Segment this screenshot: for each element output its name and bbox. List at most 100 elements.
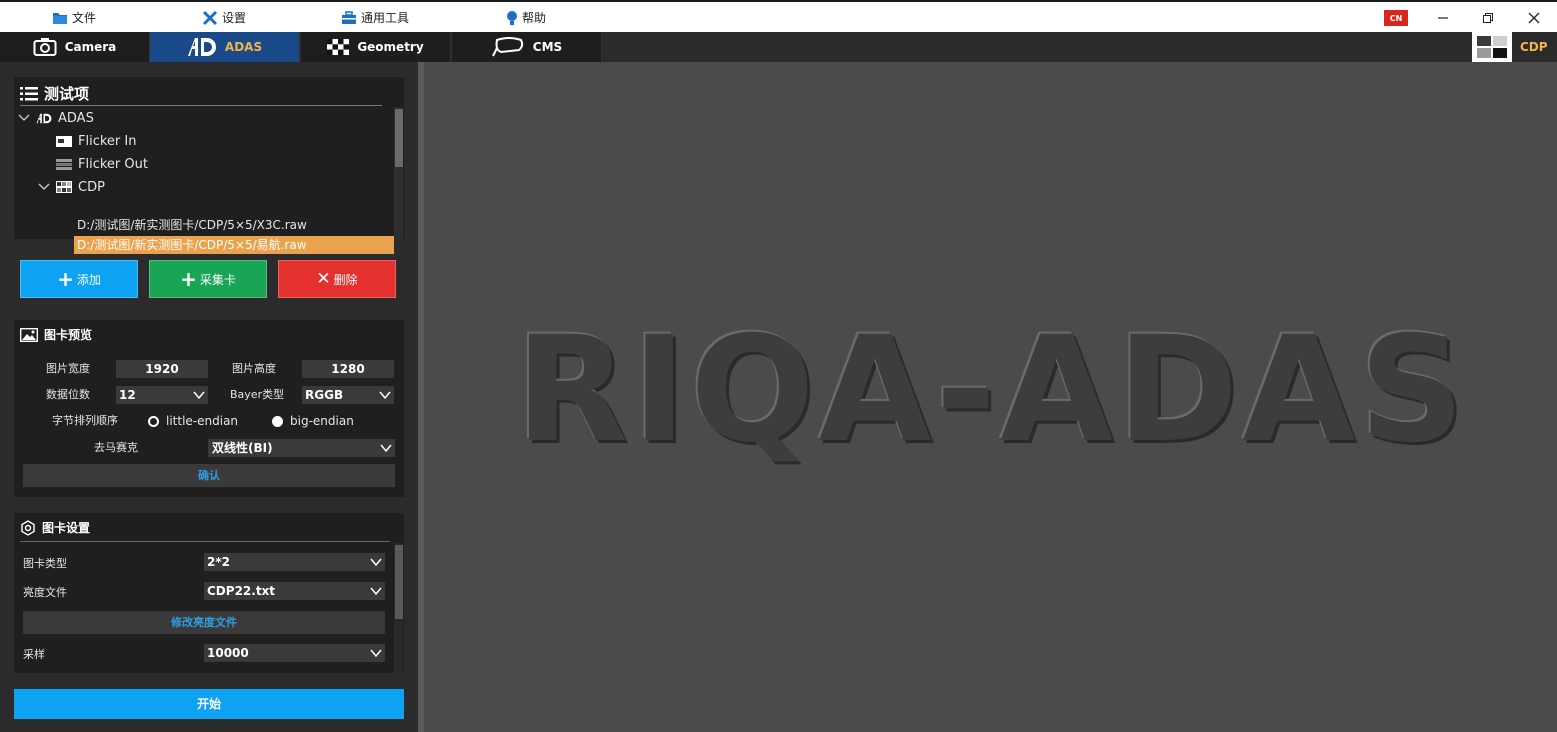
restore-button[interactable] — [1473, 6, 1503, 30]
plus-icon: + — [180, 267, 197, 291]
tree-node-flicker-out-label: Flicker Out — [78, 156, 148, 172]
menu-settings[interactable]: 设置 — [202, 7, 246, 29]
chart-settings-title: 图卡设置 — [42, 521, 91, 535]
folder-icon — [53, 13, 67, 24]
close-icon: ✕ — [316, 268, 331, 289]
brightness-file-select[interactable]: CDP22.txt — [204, 582, 385, 600]
chart-type-value: 2*2 — [207, 555, 230, 569]
sampling-label: 采样 — [23, 648, 45, 661]
list-icon — [20, 86, 38, 100]
bayer-type-select[interactable]: RGGB — [302, 386, 394, 404]
chart-settings-scrollbar[interactable] — [394, 543, 403, 673]
tree-node-flicker-out[interactable]: Flicker Out — [56, 153, 148, 175]
demosaic-select[interactable]: 双线性(BI) — [208, 439, 395, 457]
image-height-input[interactable]: 1280 — [302, 360, 394, 378]
sampling-value: 10000 — [207, 646, 249, 660]
chart-preview-header: 图卡预览 — [20, 326, 92, 343]
restore-icon — [1483, 13, 1493, 23]
mirror-icon — [491, 37, 523, 57]
brightness-file-value: CDP22.txt — [207, 584, 276, 598]
data-bits-value: 12 — [119, 388, 136, 402]
cdp-mode-badge[interactable]: CDP — [1472, 32, 1548, 62]
data-bits-select[interactable]: 12 — [116, 386, 208, 404]
confirm-button[interactable]: 确认 — [23, 464, 395, 487]
brightness-file-label: 亮度文件 — [23, 586, 67, 599]
language-badge[interactable]: CN — [1384, 10, 1408, 26]
tree-scrollbar[interactable] — [394, 107, 403, 239]
chevron-down-icon — [380, 444, 392, 453]
image-icon — [20, 327, 38, 342]
checker-icon — [327, 39, 350, 55]
capture-card-button-label: 采集卡 — [199, 272, 236, 287]
tree-node-cdp[interactable]: CDP — [38, 176, 105, 198]
chart-preview-panel: 图卡预览 图片宽度 1920 图片高度 1280 数据位数 12 Bayer类型… — [14, 320, 404, 497]
test-items-title: 测试项 — [44, 85, 90, 103]
tree-node-adas-label: ADAS — [58, 110, 94, 126]
delete-button[interactable]: ✕ 删除 — [278, 260, 396, 298]
capture-card-button[interactable]: + 采集卡 — [149, 260, 267, 298]
tab-cms-label: CMS — [532, 40, 563, 54]
flicker-out-icon — [56, 158, 72, 170]
radio-checked-icon — [272, 415, 283, 427]
plus-icon: + — [57, 267, 74, 291]
sampling-select[interactable]: 10000 — [204, 644, 385, 662]
test-items-panel: 测试项 ADAS Flicker In Flicker Out CDP D:/测… — [14, 77, 404, 254]
adas-logo-icon — [36, 113, 52, 123]
chevron-down-icon — [370, 558, 382, 567]
tab-cms[interactable]: CMS — [452, 32, 602, 62]
cdp-mode-label: CDP — [1520, 40, 1548, 54]
chart-type-label: 图卡类型 — [23, 557, 67, 570]
test-items-divider — [20, 105, 382, 106]
tab-adas[interactable]: ADAS — [150, 32, 300, 62]
tab-camera[interactable]: Camera — [0, 32, 150, 62]
flicker-in-icon — [56, 135, 72, 147]
toolbox-icon — [342, 11, 356, 24]
app-window: 文件 设置 通用工具 帮助 CN Camera ADAS Geometry CM… — [0, 0, 1557, 732]
chevron-down-icon — [370, 587, 382, 596]
tree-file-yihang[interactable]: D:/测试图/新实测图卡/CDP/5×5/易航.raw — [74, 236, 394, 254]
close-button[interactable] — [1519, 6, 1549, 30]
menu-help[interactable]: 帮助 — [506, 7, 546, 29]
menu-file-label: 文件 — [72, 11, 97, 25]
close-icon — [1528, 12, 1540, 24]
chevron-down-icon — [370, 649, 382, 658]
menu-tools-label: 通用工具 — [361, 11, 410, 25]
chart-preview-title: 图卡预览 — [44, 328, 93, 342]
add-button[interactable]: + 添加 — [20, 260, 138, 298]
chevron-down-icon — [38, 183, 50, 190]
radio-unchecked-icon — [148, 415, 159, 427]
chart-settings-header: 图卡设置 — [20, 519, 90, 536]
tab-geometry[interactable]: Geometry — [301, 32, 451, 62]
bayer-type-value: RGGB — [305, 388, 344, 402]
chart-type-select[interactable]: 2*2 — [204, 553, 385, 571]
chart-settings-scrollbar-thumb[interactable] — [395, 545, 403, 619]
menu-file[interactable]: 文件 — [52, 7, 96, 29]
watermark-text: RIQA-ADAS — [516, 305, 1469, 475]
menu-settings-label: 设置 — [222, 11, 247, 25]
module-tab-bar: Camera ADAS Geometry CMS CDP — [0, 32, 1557, 62]
minimize-button[interactable] — [1428, 6, 1458, 30]
little-endian-radio[interactable]: little-endian — [148, 412, 238, 430]
tree-node-flicker-in[interactable]: Flicker In — [56, 130, 136, 152]
tree-file-x3c[interactable]: D:/测试图/新实测图卡/CDP/5×5/X3C.raw — [74, 216, 394, 234]
tree-node-adas[interactable]: ADAS — [18, 107, 94, 129]
wrench-icon — [202, 10, 218, 26]
minimize-icon — [1438, 17, 1448, 19]
big-endian-radio[interactable]: big-endian — [272, 412, 354, 430]
delete-button-label: 删除 — [333, 272, 358, 287]
camera-icon — [33, 38, 57, 56]
cdp-grid-icon — [56, 181, 72, 193]
edit-brightness-file-button[interactable]: 修改亮度文件 — [23, 611, 385, 634]
tree-node-flicker-in-label: Flicker In — [78, 133, 137, 149]
bayer-type-label: Bayer类型 — [230, 388, 285, 401]
cdp-chart-icon — [1475, 34, 1509, 60]
byte-order-label: 字节排列顺序 — [52, 414, 118, 427]
menu-tools[interactable]: 通用工具 — [341, 7, 409, 29]
chevron-down-icon — [18, 114, 30, 121]
start-button[interactable]: 开始 — [14, 689, 404, 719]
add-button-label: 添加 — [76, 272, 101, 287]
image-width-input[interactable]: 1920 — [116, 360, 208, 378]
riqa-adas-watermark: RIQA-ADAS — [516, 305, 1469, 475]
tree-scrollbar-thumb[interactable] — [395, 109, 403, 167]
demosaic-label: 去马赛克 — [94, 441, 138, 454]
